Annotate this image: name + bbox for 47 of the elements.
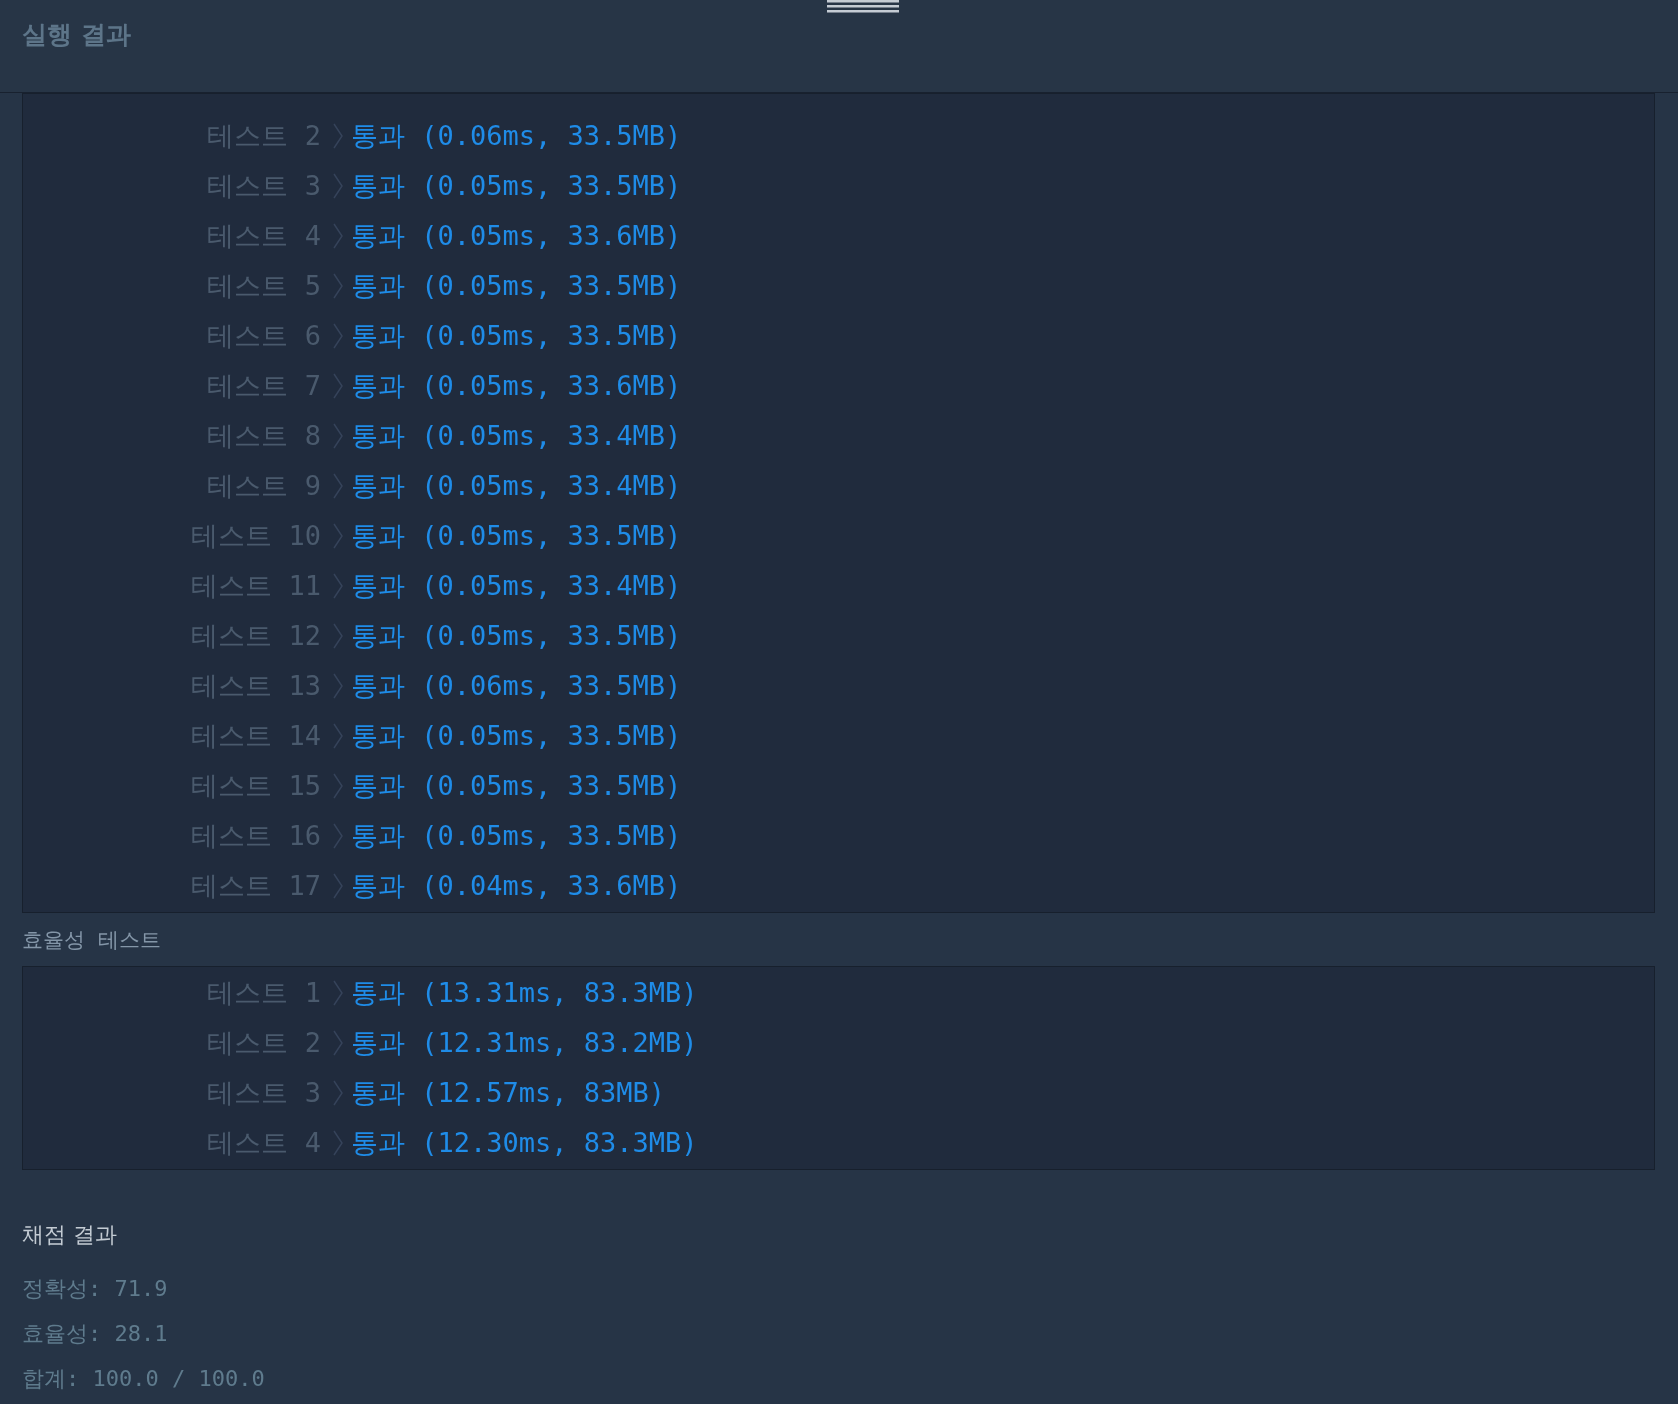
test-result: 통과 (0.05ms, 33.6MB) bbox=[351, 219, 682, 253]
test-result: 통과 (0.05ms, 33.5MB) bbox=[351, 269, 682, 303]
section-title: 효율성 테스트 bbox=[22, 926, 162, 954]
chevron-icon bbox=[333, 373, 343, 399]
test-result: 통과 (0.05ms, 33.5MB) bbox=[351, 519, 682, 553]
chevron-icon bbox=[333, 773, 343, 799]
chevron-icon bbox=[333, 980, 343, 1006]
test-result: 통과 (0.06ms, 33.5MB) bbox=[351, 119, 682, 153]
test-result: 통과 (0.05ms, 33.5MB) bbox=[351, 319, 682, 353]
chevron-icon bbox=[333, 1030, 343, 1056]
chevron-icon bbox=[333, 173, 343, 199]
chevron-icon bbox=[333, 423, 343, 449]
chevron-icon bbox=[333, 473, 343, 499]
test-result: 통과 (0.05ms, 33.4MB) bbox=[351, 569, 682, 603]
test-result: 통과 (0.04ms, 33.6MB) bbox=[351, 869, 682, 903]
test-result: 통과 (0.05ms, 33.5MB) bbox=[351, 819, 682, 853]
chevron-icon bbox=[333, 323, 343, 349]
test-result: 통과 (13.31ms, 83.3MB) bbox=[351, 976, 698, 1010]
test-result: 통과 (0.05ms, 33.5MB) bbox=[351, 169, 682, 203]
test-result: 통과 (12.57ms, 83MB) bbox=[351, 1076, 666, 1110]
chevron-icon bbox=[333, 823, 343, 849]
chevron-icon bbox=[333, 1130, 343, 1156]
score-line: 효율성: 28.1 bbox=[22, 1320, 169, 1348]
test-result: 통과 (0.05ms, 33.6MB) bbox=[351, 369, 682, 403]
chevron-icon bbox=[333, 573, 343, 599]
chevron-icon bbox=[333, 223, 343, 249]
chevron-icon bbox=[333, 673, 343, 699]
test-result: 통과 (0.05ms, 33.4MB) bbox=[351, 419, 682, 453]
test-result: 통과 (0.06ms, 33.5MB) bbox=[351, 669, 682, 703]
chevron-icon bbox=[333, 123, 343, 149]
chevron-icon bbox=[333, 523, 343, 549]
drag-handle-icon[interactable] bbox=[827, 0, 899, 13]
chevron-icon bbox=[333, 273, 343, 299]
score-line: 합계: 100.0 / 100.0 bbox=[22, 1365, 266, 1393]
score-line: 정확성: 71.9 bbox=[22, 1275, 169, 1303]
test-result: 통과 (12.31ms, 83.2MB) bbox=[351, 1026, 698, 1060]
test-result: 통과 (0.05ms, 33.5MB) bbox=[351, 719, 682, 753]
chevron-icon bbox=[333, 1080, 343, 1106]
test-result: 통과 (0.05ms, 33.5MB) bbox=[351, 619, 682, 653]
chevron-icon bbox=[333, 873, 343, 899]
chevron-icon bbox=[333, 723, 343, 749]
grading-title: 채점 결과 bbox=[22, 1221, 118, 1249]
test-result: 통과 (12.30ms, 83.3MB) bbox=[351, 1126, 698, 1160]
chevron-icon bbox=[333, 623, 343, 649]
test-result: 통과 (0.05ms, 33.4MB) bbox=[351, 469, 682, 503]
panel-title: 실행 결과 bbox=[22, 19, 131, 51]
test-result: 통과 (0.05ms, 33.5MB) bbox=[351, 769, 682, 803]
